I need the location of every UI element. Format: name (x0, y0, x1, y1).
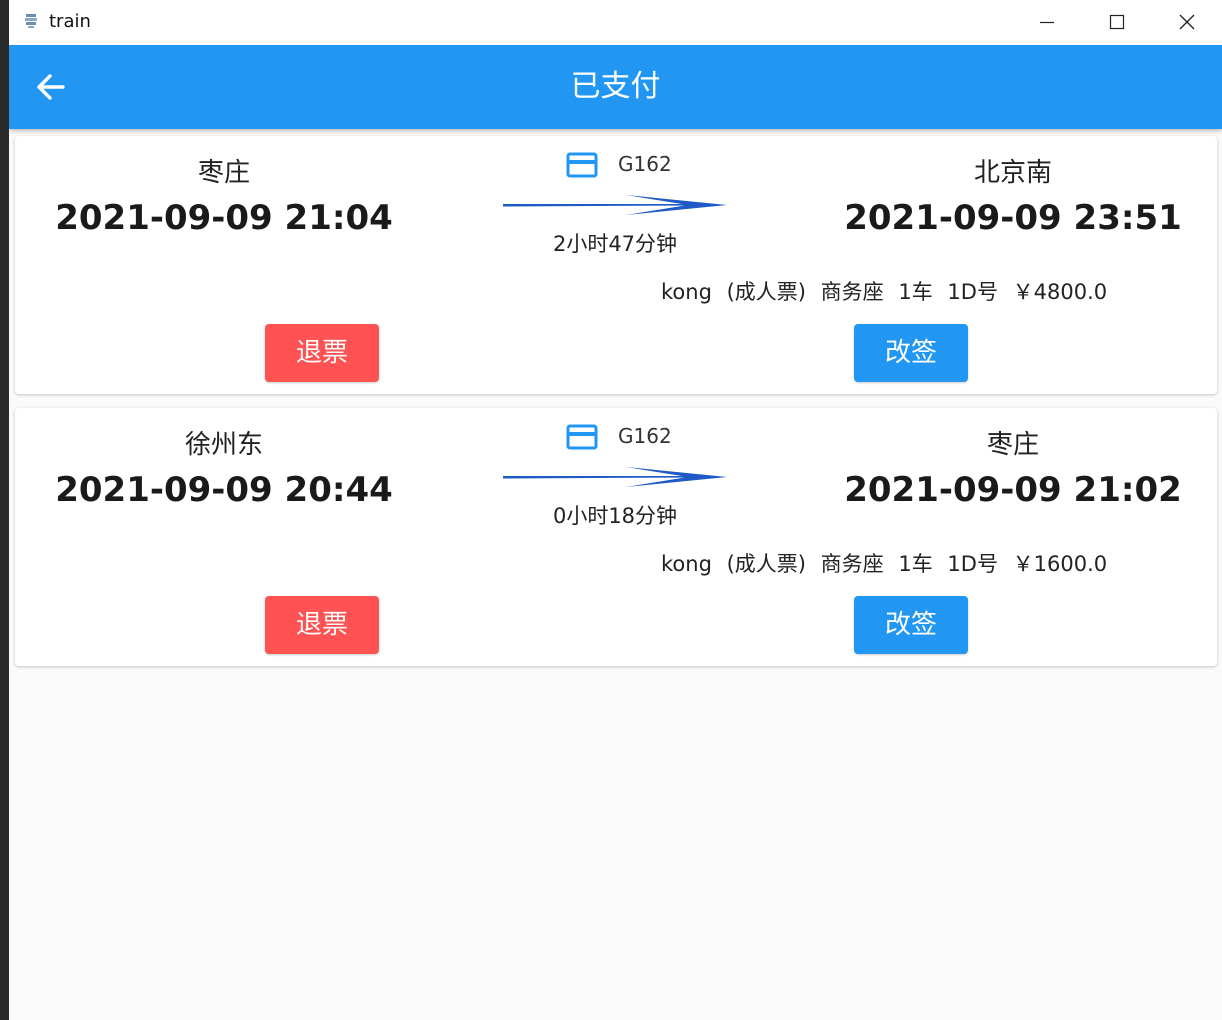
route-arrow-icon (503, 195, 727, 215)
close-button[interactable] (1152, 0, 1222, 45)
ticket-type: (成人票) (726, 280, 806, 304)
seat-class: 商务座 (820, 280, 884, 304)
train-number: G162 (618, 152, 672, 176)
departure-time: 2021-09-09 20:44 (55, 470, 393, 510)
from-station: 徐州东 (184, 430, 263, 460)
route-arrow-icon (503, 467, 727, 487)
arrival-time: 2021-09-09 21:02 (844, 470, 1182, 510)
ticket-price: ￥4800.0 (1012, 280, 1108, 304)
car-number: 1车 (898, 280, 933, 304)
seat-number: 1D号 (947, 280, 998, 304)
card-icon (566, 152, 598, 178)
trip-duration: 0小时18分钟 (552, 504, 678, 528)
minimize-icon (1040, 21, 1054, 24)
minimize-button[interactable] (1012, 0, 1082, 45)
page-title: 已支付 (570, 69, 661, 104)
ticket-price: ￥1600.0 (1012, 552, 1108, 576)
from-station: 枣庄 (197, 158, 250, 188)
app-window: train 已支付 枣庄 2021-09-09 21:04 G162 2小时47… (9, 0, 1222, 1020)
ticket-type: (成人票) (726, 552, 806, 576)
maximize-icon (1109, 14, 1125, 30)
maximize-button[interactable] (1082, 0, 1152, 45)
window-titlebar: train (9, 0, 1222, 45)
departure-time: 2021-09-09 21:04 (55, 198, 393, 238)
window-title: train (49, 11, 91, 32)
passenger-name: kong (661, 552, 712, 576)
close-icon (1179, 14, 1195, 30)
train-number: G162 (618, 424, 672, 448)
passenger-info: kong (成人票) 商务座 1车 1D号 ￥4800.0 (661, 276, 1115, 306)
change-ticket-button[interactable]: 改签 (854, 596, 968, 654)
trip-duration: 2小时47分钟 (552, 232, 678, 256)
car-number: 1车 (898, 552, 933, 576)
to-station: 北京南 (973, 158, 1052, 188)
seat-class: 商务座 (820, 552, 884, 576)
refund-button[interactable]: 退票 (265, 596, 379, 654)
app-icon (25, 14, 37, 28)
app-bar: 已支付 (9, 45, 1222, 129)
seat-number: 1D号 (947, 552, 998, 576)
change-ticket-button[interactable]: 改签 (854, 324, 968, 382)
passenger-name: kong (661, 280, 712, 304)
card-icon (566, 424, 598, 450)
order-card: 徐州东 2021-09-09 20:44 G162 0小时18分钟 枣庄 202… (15, 408, 1217, 666)
to-station: 枣庄 (986, 430, 1039, 460)
arrival-time: 2021-09-09 23:51 (844, 198, 1182, 238)
refund-button[interactable]: 退票 (265, 324, 379, 382)
passenger-info: kong (成人票) 商务座 1车 1D号 ￥1600.0 (661, 548, 1115, 578)
order-card: 枣庄 2021-09-09 21:04 G162 2小时47分钟 北京南 202… (15, 136, 1217, 394)
